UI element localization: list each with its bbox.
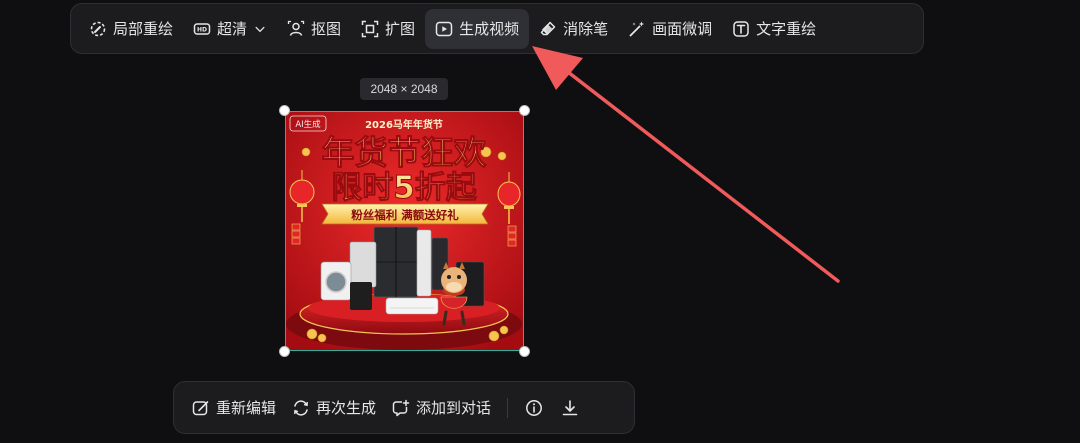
resize-handle-bottom-right[interactable]	[519, 346, 530, 357]
fine-tune-label: 画面微调	[652, 20, 713, 38]
download-button[interactable]	[552, 390, 588, 426]
expand-icon	[361, 20, 379, 37]
regenerate-button[interactable]: 再次生成	[284, 390, 384, 426]
info-icon	[526, 399, 542, 416]
image-size-badge: 2048 × 2048	[360, 78, 448, 100]
add-to-chat-label: 添加到对话	[416, 399, 492, 417]
expand-button[interactable]: 扩图	[351, 9, 425, 49]
expand-label: 扩图	[385, 20, 416, 38]
cutout-label: 抠图	[311, 20, 342, 38]
reedit-button[interactable]: 重新编辑	[184, 390, 284, 426]
person-cutout-icon	[287, 20, 305, 36]
hd-dropdown-button[interactable]: HD 超清	[183, 9, 277, 49]
add-to-chat-button[interactable]: 添加到对话	[384, 390, 499, 426]
eraser-icon	[540, 21, 556, 35]
text-redraw-label: 文字重绘	[756, 20, 817, 38]
chevron-down-icon	[255, 26, 265, 32]
generate-video-label: 生成视频	[459, 20, 520, 38]
resize-handle-top-right[interactable]	[519, 105, 530, 116]
selection-frame	[285, 111, 524, 351]
download-icon	[562, 399, 578, 415]
reedit-label: 重新编辑	[216, 399, 277, 417]
local-redraw-label: 局部重绘	[113, 20, 174, 38]
edit-icon	[192, 400, 209, 415]
local-redraw-button[interactable]: 局部重绘	[79, 9, 183, 49]
info-button[interactable]	[516, 390, 552, 426]
generate-video-button[interactable]: 生成视频	[425, 8, 530, 49]
divider	[507, 397, 509, 418]
eraser-label: 消除笔	[563, 20, 609, 38]
fine-tune-button[interactable]: 画面微调	[618, 9, 722, 49]
play-icon	[435, 21, 453, 36]
resize-handle-top-left[interactable]	[279, 105, 290, 116]
generated-image[interactable]: AI生成 2026马年年货节 年货节狂欢 限时5折起 粉丝福利 满额送好礼	[279, 105, 530, 357]
annotation-arrow	[532, 46, 840, 283]
chat-add-icon	[392, 399, 410, 416]
text-box-icon	[733, 20, 749, 37]
text-redraw-button[interactable]: 文字重绘	[722, 9, 826, 49]
refresh-icon	[294, 399, 309, 416]
svg-text:HD: HD	[197, 26, 207, 33]
image-edit-toolbar: 局部重绘 HD 超清 抠图 扩图 生成视频 消除笔 画面微调 文字重绘	[70, 3, 924, 54]
image-action-bar: 重新编辑 再次生成 添加到对话	[173, 381, 635, 434]
hd-label: 超清	[217, 20, 248, 38]
magic-wand-icon	[629, 21, 645, 36]
brush-circle-icon	[90, 21, 106, 36]
cutout-button[interactable]: 抠图	[277, 9, 351, 49]
eraser-button[interactable]: 消除笔	[529, 9, 618, 49]
regenerate-label: 再次生成	[316, 399, 377, 417]
resize-handle-bottom-left[interactable]	[279, 346, 290, 357]
hd-icon: HD	[193, 22, 211, 35]
